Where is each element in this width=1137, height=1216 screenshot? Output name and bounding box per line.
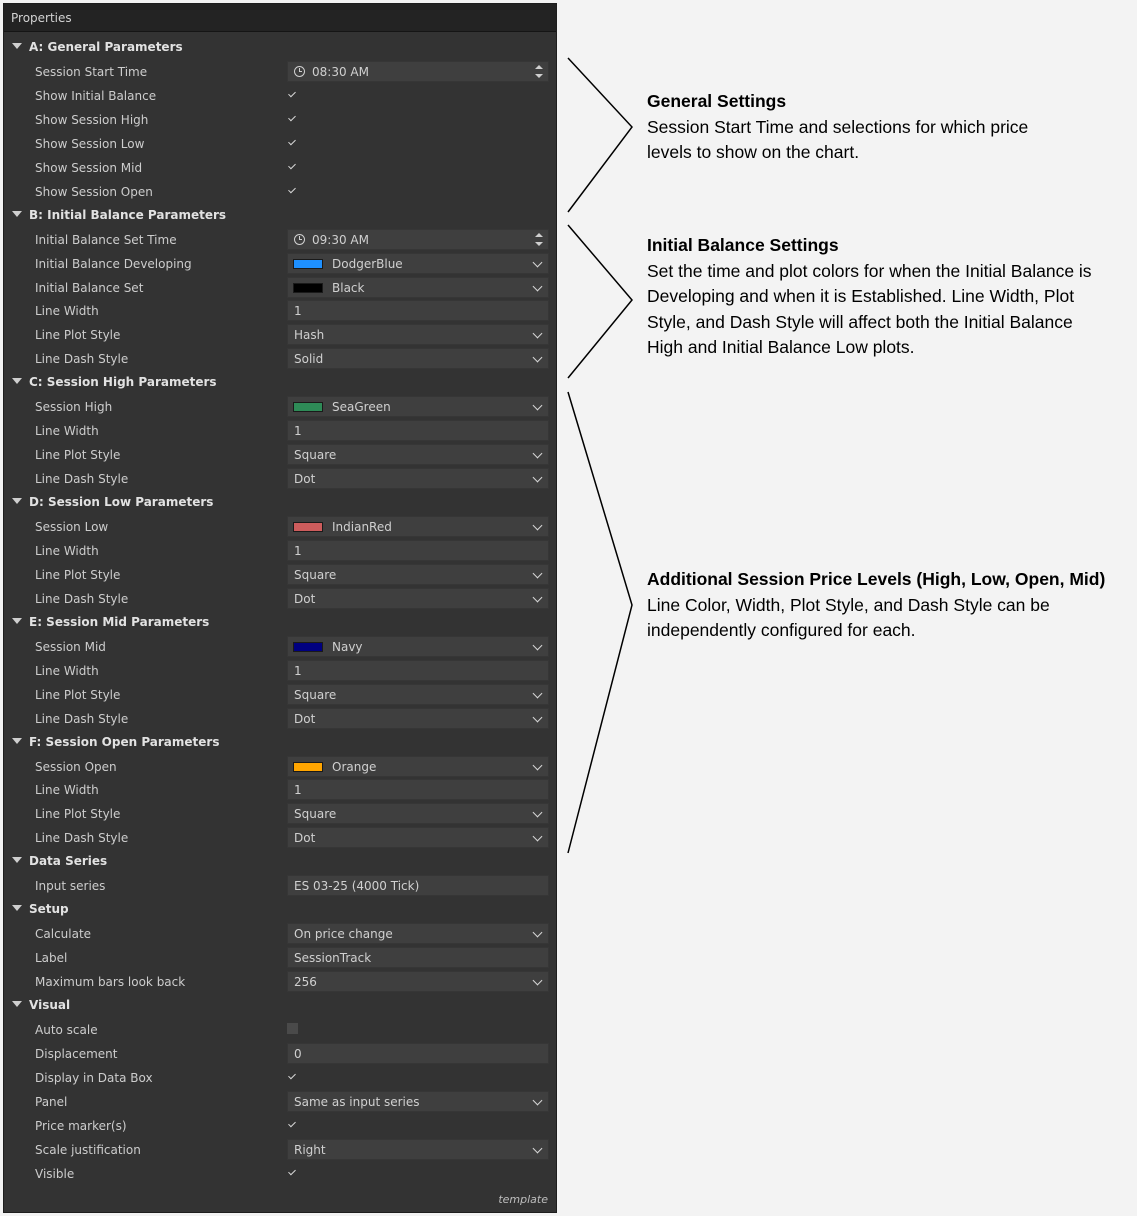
annotation-general-settings: General Settings Session Start Time and … (647, 89, 1132, 166)
bracket-general-settings (567, 57, 633, 213)
annotation-heading: Initial Balance Settings (647, 235, 839, 255)
annotation-body: Session Start Time and selections for wh… (647, 116, 1029, 163)
annotation-body: Line Color, Width, Plot Style, and Dash … (647, 594, 1050, 641)
annotation-initial-balance-settings: Initial Balance Settings Set the time an… (647, 233, 1132, 361)
bracket-initial-balance-settings (567, 224, 633, 379)
bracket-additional-levels (567, 391, 633, 854)
annotation-heading: Additional Session Price Levels (High, L… (647, 569, 1106, 589)
annotation-additional-levels: Additional Session Price Levels (High, L… (647, 567, 1132, 644)
annotation-heading: General Settings (647, 91, 787, 111)
annotation-body: Set the time and plot colors for when th… (647, 260, 1092, 358)
